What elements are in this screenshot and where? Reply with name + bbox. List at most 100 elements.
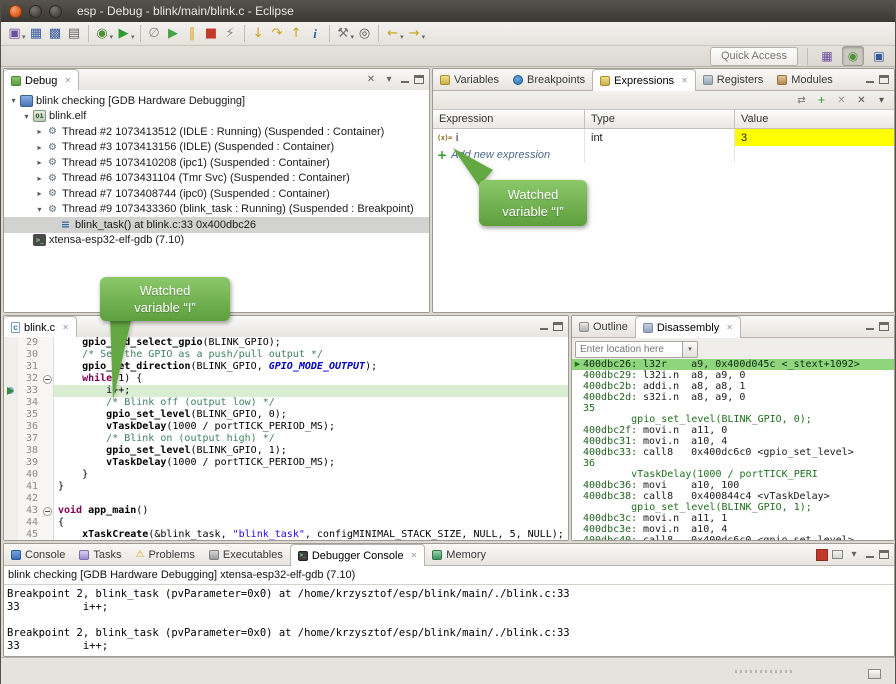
location-input[interactable]: [575, 341, 683, 358]
close-tab-icon[interactable]: [726, 323, 733, 332]
debug-tree-item[interactable]: ▸⚙Thread #3 1073413156 (IDLE) (Suspended…: [4, 140, 429, 156]
annotation-ruler[interactable]: [4, 361, 18, 373]
instruction-stepping-icon[interactable]: i: [306, 24, 325, 44]
suspend-icon[interactable]: ‖: [183, 24, 202, 44]
debug-tree-item[interactable]: ▾blink checking [GDB Hardware Debugging]: [4, 93, 429, 109]
step-return-icon[interactable]: ↑: [287, 24, 306, 44]
annotation-ruler[interactable]: [4, 349, 18, 361]
tab-tasks[interactable]: Tasks: [72, 544, 128, 565]
show-type-names-icon[interactable]: ⇄: [794, 93, 809, 108]
column-value[interactable]: Value: [735, 110, 894, 128]
minimize-icon[interactable]: [865, 550, 875, 559]
save-icon[interactable]: ▦: [27, 24, 46, 44]
debug-tree-item[interactable]: ▸⚙Thread #5 1073410208 (ipc1) (Suspended…: [4, 155, 429, 171]
annotation-ruler[interactable]: [4, 337, 18, 349]
tree-expander-icon[interactable]: ▸: [34, 127, 45, 136]
disassembly-listing[interactable]: ▶400dbc26:l32r a9, 0x400d045c <_stext+10…: [572, 359, 894, 540]
view-menu-icon[interactable]: ▾: [874, 93, 889, 108]
close-tab-icon[interactable]: [64, 76, 71, 85]
debug-tree-item[interactable]: ▸⚙Thread #2 1073413512 (IDLE : Running) …: [4, 124, 429, 140]
tree-expander-icon[interactable]: ▸: [34, 174, 45, 183]
titlebar[interactable]: esp - Debug - blink/main/blink.c - Eclip…: [1, 0, 895, 22]
remove-expression-icon[interactable]: ✕: [834, 93, 849, 108]
tab-variables[interactable]: Variables: [433, 69, 506, 90]
remove-all-expressions-icon[interactable]: ✕: [854, 93, 869, 108]
tab-outline[interactable]: Outline: [572, 316, 635, 337]
debug-config-dropdown-icon[interactable]: ▾: [110, 33, 114, 41]
debug-tree-item[interactable]: ▾01blink.elf: [4, 109, 429, 125]
annotation-ruler[interactable]: [4, 373, 18, 385]
tab-blink-c[interactable]: blink.c: [4, 316, 77, 338]
debug-tree-item[interactable]: ▸⚙Thread #7 1073408744 (ipc0) (Suspended…: [4, 186, 429, 202]
annotation-ruler[interactable]: [4, 457, 18, 469]
terminate-icon[interactable]: [816, 549, 828, 561]
annotation-ruler[interactable]: [4, 529, 18, 540]
ma​ximize-icon[interactable]: [879, 75, 889, 84]
resume-icon[interactable]: ▶: [164, 24, 183, 44]
debug-tree-item[interactable]: ▸⚙Thread #6 1073431104 (Tmr Svc) (Suspen…: [4, 171, 429, 187]
tab-memory[interactable]: Memory: [425, 544, 493, 565]
annotation-ruler[interactable]: [4, 493, 18, 505]
terminate-icon[interactable]: ■: [202, 24, 221, 44]
column-expression[interactable]: Expression: [433, 110, 585, 128]
column-type[interactable]: Type: [585, 110, 735, 128]
annotation-ruler[interactable]: [4, 433, 18, 445]
annotation-ruler[interactable]: [4, 505, 18, 517]
minimize-button[interactable]: [29, 5, 42, 18]
save-all-icon[interactable]: ▩: [46, 24, 65, 44]
tab-console[interactable]: Console: [4, 544, 72, 565]
tab-breakpoints[interactable]: Breakpoints: [506, 69, 592, 90]
annotation-ruler[interactable]: [4, 385, 18, 397]
annotation-ruler[interactable]: [4, 421, 18, 433]
view-menu-icon[interactable]: [847, 548, 861, 562]
add-expression-row[interactable]: Add new expression: [433, 146, 894, 163]
expression-row[interactable]: iint3: [433, 129, 894, 146]
expression-cell[interactable]: i: [433, 129, 585, 146]
open-perspective-icon[interactable]: [817, 47, 837, 65]
debug-tree-item[interactable]: ▾⚙Thread #9 1073433360 (blink_task : Run…: [4, 202, 429, 218]
maximize-icon[interactable]: [879, 550, 889, 559]
minimize-icon[interactable]: [865, 75, 875, 84]
external-tools-dropdown-icon[interactable]: ▾: [351, 33, 355, 41]
annotation-ruler[interactable]: [4, 517, 18, 529]
annotation-ruler[interactable]: [4, 409, 18, 421]
tree-expander-icon[interactable]: ▸: [34, 143, 45, 152]
c-cpp-perspective-icon[interactable]: [869, 47, 889, 65]
maximize-icon[interactable]: [553, 322, 563, 331]
tree-expander-icon[interactable]: ▾: [21, 112, 32, 121]
skip-all-breakpoints-icon[interactable]: ∅: [145, 24, 164, 44]
search-icon[interactable]: ◎: [355, 24, 374, 44]
debug-tree-item[interactable]: ≡blink_task() at blink.c:33 0x400dbc26: [4, 217, 429, 233]
step-over-icon[interactable]: ↷: [268, 24, 287, 44]
value-cell[interactable]: 3: [735, 129, 894, 146]
fold-icon[interactable]: [43, 375, 52, 384]
maximize-icon[interactable]: [879, 322, 889, 331]
tree-expander-icon[interactable]: ▸: [34, 189, 45, 198]
close-button[interactable]: [9, 5, 22, 18]
annotation-ruler[interactable]: [4, 397, 18, 409]
close-tab-icon[interactable]: [411, 551, 418, 560]
maximize-button[interactable]: [49, 5, 62, 18]
tab-disassembly[interactable]: Disassembly: [635, 316, 741, 338]
view-menu-icon[interactable]: [382, 73, 396, 87]
quick-access-button[interactable]: Quick Access: [710, 47, 798, 66]
fold-icon[interactable]: [43, 507, 52, 516]
tab-expressions[interactable]: Expressions: [592, 69, 696, 91]
tree-expander-icon[interactable]: ▸: [34, 158, 45, 167]
new-wizard-dropdown-icon[interactable]: ▾: [22, 33, 26, 41]
tree-expander-icon[interactable]: ▾: [34, 205, 45, 214]
annotation-ruler[interactable]: [4, 445, 18, 457]
debug-tree-item[interactable]: >_xtensa-esp32-elf-gdb (7.10): [4, 233, 429, 249]
trim-grip[interactable]: [735, 670, 795, 673]
disconnect-icon[interactable]: ⚡: [221, 24, 240, 44]
maximize-icon[interactable]: [414, 75, 424, 84]
tab-problems[interactable]: Problems: [128, 544, 201, 565]
add-expression-icon[interactable]: +: [814, 93, 829, 108]
annotation-ruler[interactable]: [4, 469, 18, 481]
annotation-ruler[interactable]: [4, 481, 18, 493]
code-editor[interactable]: 29 gpio_pad_select_gpio(BLINK_GPIO);30 /…: [4, 337, 568, 540]
tab-registers[interactable]: Registers: [696, 69, 770, 90]
debug-perspective-icon[interactable]: [842, 46, 864, 66]
tree-expander-icon[interactable]: ▾: [8, 96, 19, 105]
print-icon[interactable]: ▤: [65, 24, 84, 44]
